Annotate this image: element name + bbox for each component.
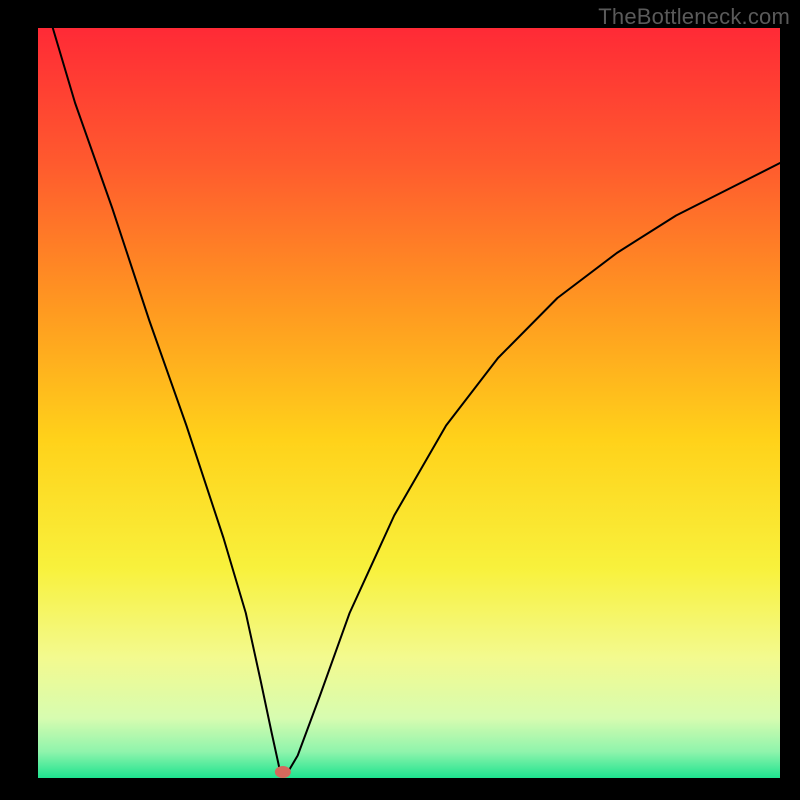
plot-background <box>38 28 780 778</box>
min-point-marker <box>275 766 291 778</box>
watermark-text: TheBottleneck.com <box>598 4 790 30</box>
chart-frame: TheBottleneck.com <box>0 0 800 800</box>
bottleneck-chart <box>0 0 800 800</box>
